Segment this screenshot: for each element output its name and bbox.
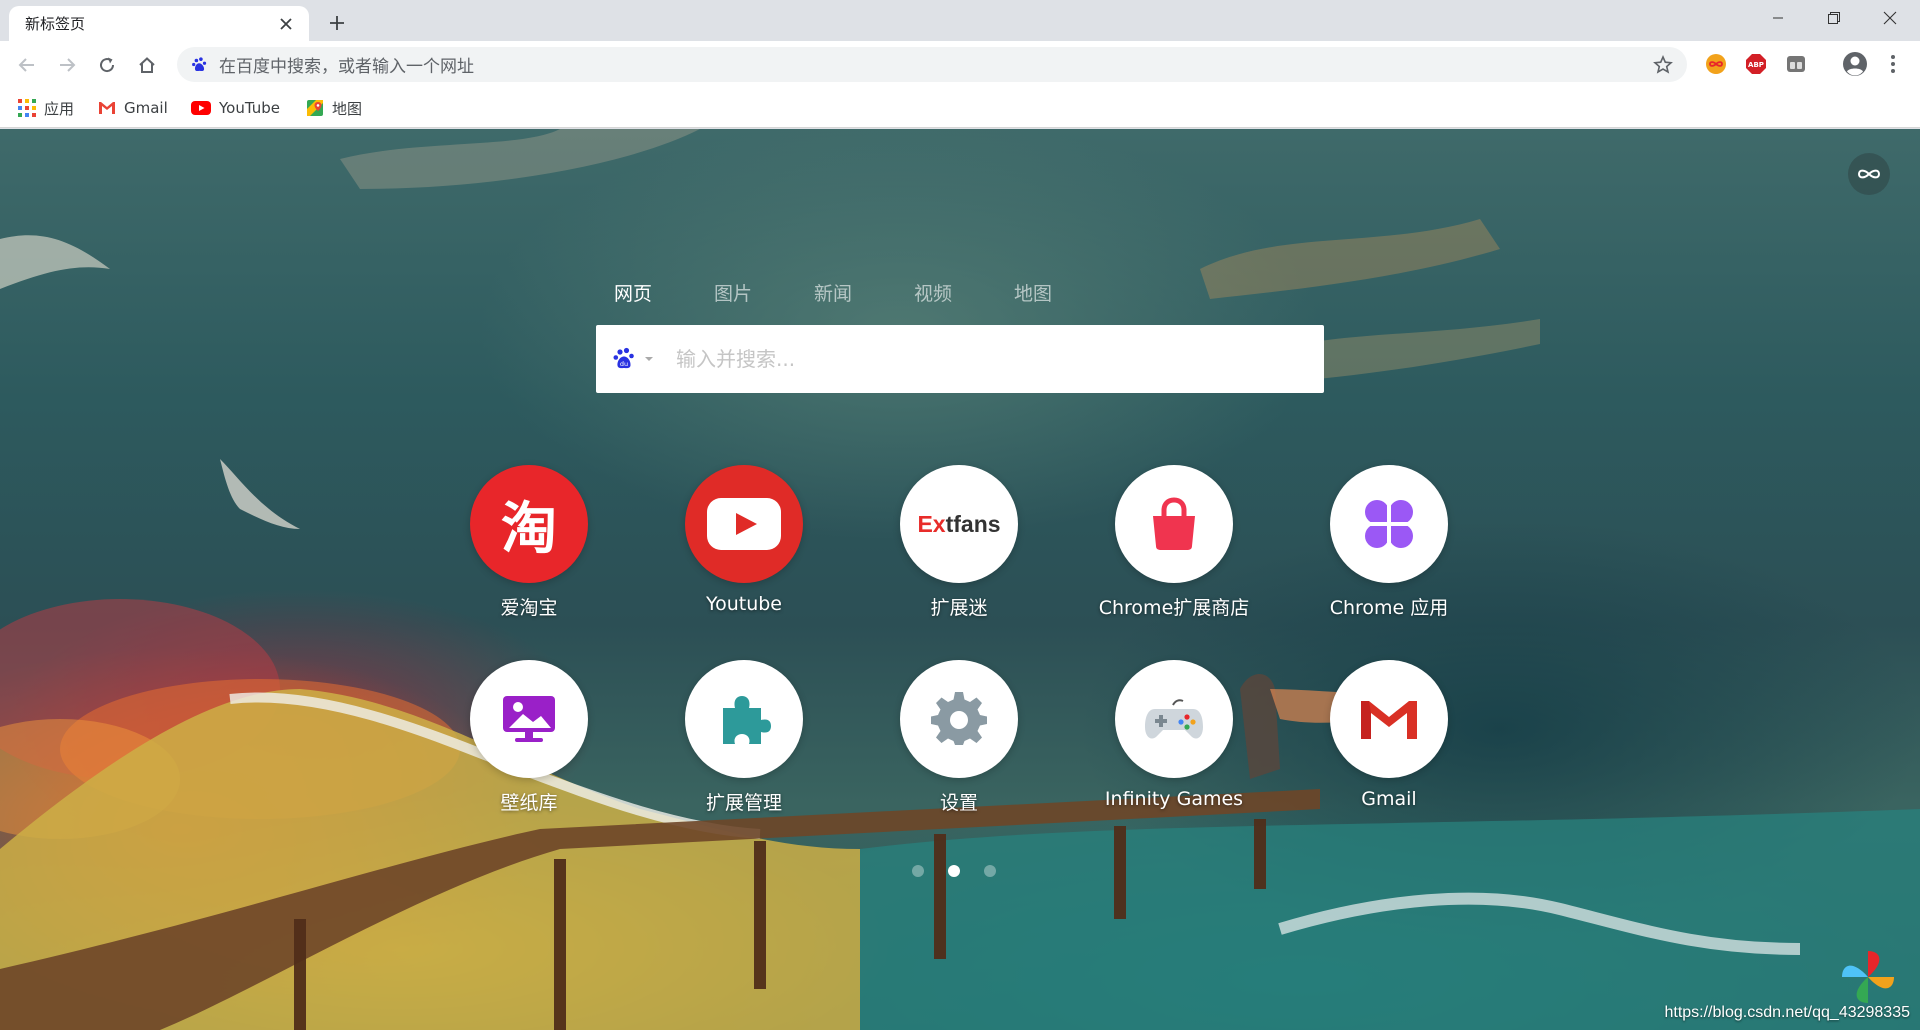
infinity-icon [1857,169,1881,179]
pinwheel-icon [1842,951,1894,1003]
new-tab-button[interactable] [322,8,352,38]
tile-label: Chrome扩展商店 [1098,597,1250,619]
bookmark-label: YouTube [219,99,280,117]
restore-button[interactable] [1806,0,1862,36]
home-icon [139,57,155,73]
search-category-tabs: 网页 图片 新闻 视频 地图 [614,279,1114,309]
caret-down-icon [645,357,653,361]
star-icon[interactable] [1653,54,1673,75]
bookmark-maps[interactable]: 地图 [306,96,362,120]
search-tab-news[interactable]: 新闻 [814,279,914,309]
arrow-right-icon [60,58,76,72]
search-tab-maps[interactable]: 地图 [1014,279,1114,309]
tile-label: 扩展迷 [930,597,988,619]
minimize-icon [1773,17,1783,19]
wallpaper-icon [470,660,588,778]
restore-icon [1828,12,1840,24]
baidu-icon: du [613,347,634,369]
more-vert-icon [1891,55,1895,73]
tile-chrome-apps[interactable]: Chrome 应用 [1289,465,1489,620]
apps-grid-icon [18,99,36,117]
bookmark-label: 应用 [44,99,75,118]
profile-avatar[interactable] [1840,49,1870,79]
baidu-paw-icon [192,56,207,71]
omnibox[interactable]: 在百度中搜索，或者输入一个网址 [177,47,1687,82]
close-icon [1883,11,1897,25]
extfans-icon: Extfans [900,465,1018,583]
tab-new-tab[interactable]: 新标签页 [9,6,309,41]
tile-label: 设置 [939,792,978,814]
tile-settings[interactable]: 设置 [859,660,1059,815]
youtube-icon [191,101,211,115]
gmail-icon [1330,660,1448,778]
page-dot-3[interactable] [984,865,996,877]
extension-manager-icon[interactable] [1783,51,1809,77]
account-circle-icon [1843,52,1867,76]
reload-button[interactable] [92,50,122,80]
search-tab-video[interactable]: 视频 [914,279,1014,309]
tile-wallpaper[interactable]: 壁纸库 [429,660,629,815]
search-input[interactable] [676,347,1276,371]
tile-extension-manager[interactable]: 扩展管理 [644,660,844,815]
tile-extfans[interactable]: Extfans 扩展迷 [859,465,1059,620]
tile-youtube[interactable]: Youtube [644,465,844,615]
search-tab-images[interactable]: 图片 [714,279,814,309]
new-tab-page: 网页 图片 新闻 视频 地图 du 淘 爱淘宝 [0,129,1920,1030]
infinity-extension-icon[interactable] [1703,51,1729,77]
tile-chrome-store[interactable]: Chrome扩展商店 [1074,465,1274,620]
puzzle-icon [685,660,803,778]
bookmark-label: Gmail [124,99,168,117]
search-box: du [596,325,1324,393]
tab-strip: 新标签页 [0,0,1920,41]
omnibox-placeholder: 在百度中搜索，或者输入一个网址 [219,57,474,77]
tile-label: Youtube [706,593,782,615]
close-icon[interactable] [275,13,297,35]
minimize-button[interactable] [1750,0,1806,36]
tab-title: 新标签页 [25,15,86,33]
tile-label: 爱淘宝 [500,597,558,619]
bookmark-apps[interactable]: 应用 [18,96,74,120]
svg-text:ABP: ABP [1748,61,1764,69]
shopping-bag-icon [1115,465,1233,583]
menu-button[interactable] [1880,51,1906,77]
gmail-icon [99,102,115,114]
maps-icon [307,100,323,116]
tile-infinity-games[interactable]: Infinity Games [1074,660,1274,810]
plus-icon [330,16,344,30]
search-tab-web[interactable]: 网页 [614,279,714,309]
bookmark-label: 地图 [332,99,363,118]
bookmark-gmail[interactable]: Gmail [98,96,168,120]
search-engine-selector[interactable]: du [612,346,664,372]
tile-label: Gmail [1361,788,1417,810]
gear-icon [900,660,1018,778]
tile-label: Chrome 应用 [1329,597,1449,619]
page-dot-1[interactable] [912,865,924,877]
bookmark-youtube[interactable]: YouTube [191,96,280,120]
taobao-icon: 淘 [470,465,588,583]
infinity-settings-button[interactable] [1848,153,1890,195]
adblock-plus-icon[interactable]: ABP [1743,51,1769,77]
close-window-button[interactable] [1862,0,1918,36]
youtube-icon [685,465,803,583]
reload-icon [100,57,115,73]
toolbar: 在百度中搜索，或者输入一个网址 ABP [0,41,1920,88]
tile-label: 扩展管理 [705,792,782,814]
watermark-url: https://blog.csdn.net/qq_43298335 [1664,1004,1910,1021]
page-indicator [912,865,996,877]
page-dot-2[interactable] [948,865,960,877]
back-button[interactable] [12,50,42,80]
svg-text:du: du [620,360,628,368]
clover-icon [1330,465,1448,583]
forward-button[interactable] [52,50,82,80]
tile-label: Infinity Games [1104,788,1244,810]
bookmarks-bar: 应用 Gmail YouTube 地图 [0,88,1920,128]
gamepad-icon [1115,660,1233,778]
tile-gmail[interactable]: Gmail [1289,660,1489,810]
arrow-left-icon [18,58,34,72]
home-button[interactable] [132,50,162,80]
tile-aitaobao[interactable]: 淘 爱淘宝 [429,465,629,620]
tile-label: 壁纸库 [500,792,558,814]
